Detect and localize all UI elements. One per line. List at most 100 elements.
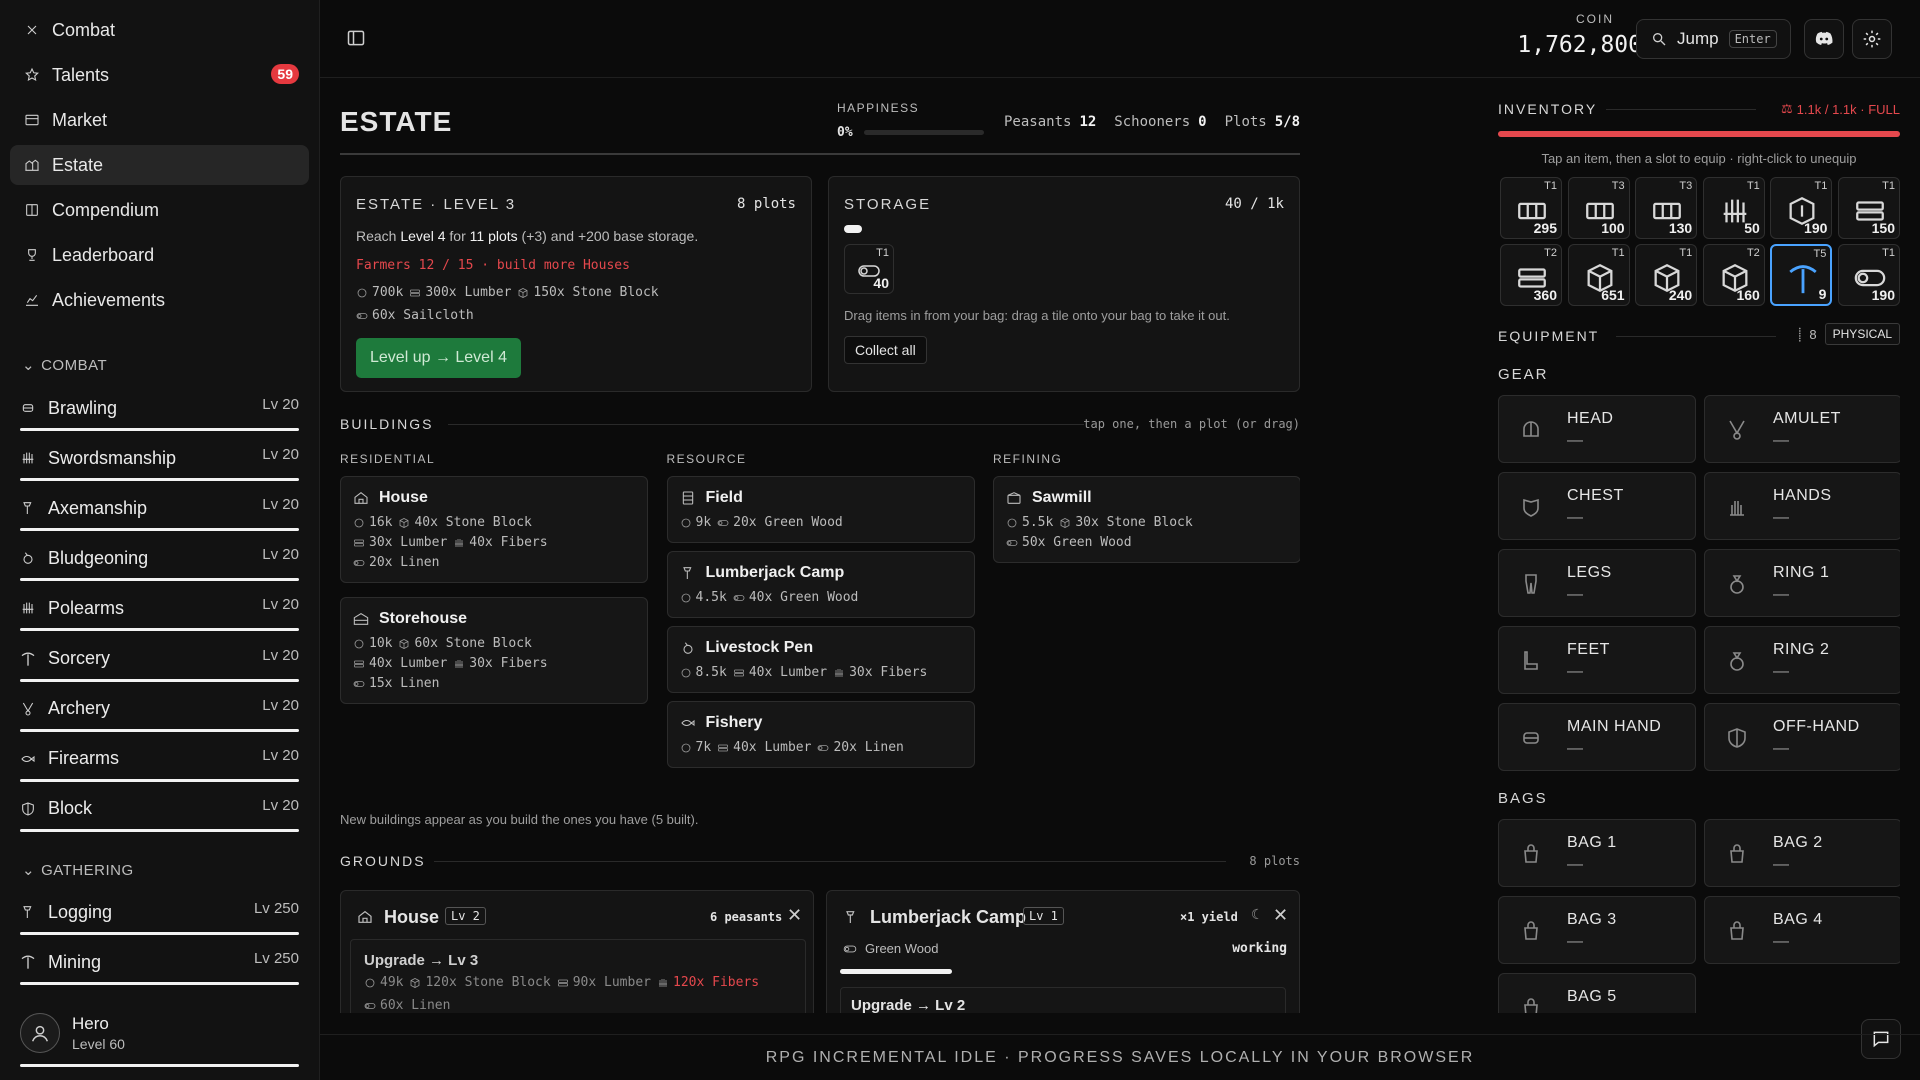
gear-slot-bag-3[interactable]: BAG 3 — bbox=[1498, 896, 1696, 964]
fish-icon bbox=[21, 755, 35, 762]
nav-item-compendium[interactable]: Compendium bbox=[10, 190, 309, 230]
gear-slot-bag-4[interactable]: BAG 4 — bbox=[1704, 896, 1900, 964]
skill-brawling[interactable]: Brawling Lv 20 bbox=[20, 383, 299, 433]
skill-archery[interactable]: Archery Lv 20 bbox=[20, 684, 299, 734]
inventory-slot[interactable]: T1 50 bbox=[1702, 177, 1765, 239]
gathering-section-toggle[interactable]: ⌄ GATHERING bbox=[22, 861, 134, 880]
plot-house[interactable]: House Lv 2 6 peasants ✕ Upgrade → Lv 3 4… bbox=[340, 890, 814, 1013]
skill-swordsmanship[interactable]: Swordsmanship Lv 20 bbox=[20, 433, 299, 483]
skill-sorcery[interactable]: Sorcery Lv 20 bbox=[20, 634, 299, 684]
gear-slot-hands[interactable]: HANDS — bbox=[1704, 472, 1900, 540]
gear-slot-value: — bbox=[1567, 509, 1583, 526]
moon-icon[interactable]: ☾ bbox=[1251, 906, 1264, 923]
inventory-bar bbox=[1498, 131, 1900, 137]
gear-slot-feet[interactable]: FEET — bbox=[1498, 626, 1696, 694]
profile-xp-bar bbox=[20, 1064, 299, 1067]
skill-polearms[interactable]: Polearms Lv 20 bbox=[20, 583, 299, 633]
gear-slot-amulet[interactable]: AMULET — bbox=[1704, 395, 1900, 463]
building-card-livestock-pen[interactable]: Livestock Pen 8.5k 40x Lumber 30x Fibers bbox=[666, 626, 975, 693]
skill-axemanship[interactable]: Axemanship Lv 20 bbox=[20, 483, 299, 533]
gear-slot-bag-2[interactable]: BAG 2 — bbox=[1704, 819, 1900, 887]
cost-item: 50x Green Wood bbox=[1006, 535, 1132, 550]
sidebar-toggle-button[interactable] bbox=[346, 28, 366, 48]
inventory-slot[interactable]: T1 651 bbox=[1567, 244, 1630, 306]
cost-item: 30x Fibers bbox=[833, 665, 927, 680]
nav-item-market[interactable]: Market bbox=[10, 100, 309, 140]
skill-logging[interactable]: Logging Lv 250 bbox=[20, 887, 299, 937]
building-card-lumberjack-camp[interactable]: Lumberjack Camp 4.5k 40x Green Wood bbox=[666, 551, 975, 618]
cost-value: 9k bbox=[695, 515, 712, 530]
plot-house-level: Lv 2 bbox=[445, 907, 486, 925]
storage-item-slot[interactable]: T1 40 bbox=[844, 244, 894, 294]
storage-panel: STORAGE 40 / 1k T1 40 Drag items in from… bbox=[828, 176, 1300, 392]
gear-slot-main-hand[interactable]: MAIN HAND — bbox=[1498, 703, 1696, 771]
settings-button[interactable] bbox=[1852, 19, 1892, 59]
nav-item-combat[interactable]: Combat bbox=[10, 10, 309, 50]
close-icon[interactable]: ✕ bbox=[787, 905, 802, 926]
gear-slot-bag-5[interactable]: BAG 5 — bbox=[1498, 973, 1696, 1013]
bag-icon bbox=[1730, 844, 1744, 863]
profile-card[interactable]: Hero Level 60 bbox=[20, 1008, 300, 1058]
building-card-fishery[interactable]: Fishery 7k 40x Lumber 20x Linen bbox=[666, 701, 975, 768]
inventory-slot[interactable]: T1 240 bbox=[1635, 244, 1698, 306]
skill-level: Lv 20 bbox=[262, 496, 299, 514]
gear-slot-ring-1[interactable]: RING 1 — bbox=[1704, 549, 1900, 617]
gear-slot-legs[interactable]: LEGS — bbox=[1498, 549, 1696, 617]
combat-section-toggle[interactable]: ⌄ COMBAT bbox=[22, 356, 107, 375]
nav-item-estate[interactable]: Estate bbox=[10, 145, 309, 185]
skill-firearms[interactable]: Firearms Lv 20 bbox=[20, 734, 299, 784]
close-icon[interactable]: ✕ bbox=[1273, 905, 1288, 926]
cost-item: 120x Fibers bbox=[657, 975, 759, 990]
inventory-slot[interactable]: T5 9 bbox=[1770, 244, 1833, 306]
cost-item: 8.5k bbox=[680, 665, 727, 680]
item-count: 190 bbox=[1871, 287, 1895, 303]
cost-item: 60x Linen bbox=[364, 998, 450, 1013]
happiness-value: 0% bbox=[837, 125, 853, 140]
inventory-divider bbox=[1606, 109, 1756, 110]
building-card-house[interactable]: House 16k 40x Stone Block 30x Lumber 40x Fib… bbox=[340, 476, 648, 583]
inventory-slot[interactable]: T3 130 bbox=[1635, 177, 1698, 239]
inventory-slot[interactable]: T1 295 bbox=[1500, 177, 1562, 239]
plot-lumberjack-camp[interactable]: Lumberjack Camp Lv 1 ×1 yield ☾ ✕ Green … bbox=[826, 890, 1300, 1013]
gear-slot-head[interactable]: HEAD — bbox=[1498, 395, 1696, 463]
nav-item-label: Market bbox=[52, 109, 108, 130]
skill-level: Lv 20 bbox=[262, 596, 299, 614]
skill-mining[interactable]: Mining Lv 250 bbox=[20, 937, 299, 987]
inventory-slot[interactable]: T1 190 bbox=[1838, 244, 1900, 306]
gear-slot-value: — bbox=[1773, 933, 1789, 950]
skill-xp-bar bbox=[20, 428, 299, 431]
item-count: 651 bbox=[1601, 287, 1625, 303]
building-card-storehouse[interactable]: Storehouse 10k 60x Stone Block 40x Lumber 30… bbox=[340, 597, 648, 704]
gear-slot-ring-2[interactable]: RING 2 — bbox=[1704, 626, 1900, 694]
inventory-capacity: ⚖ 1.1k / 1.1k · FULL bbox=[1781, 101, 1900, 117]
skill-block[interactable]: Block Lv 20 bbox=[20, 784, 299, 834]
inventory-slot[interactable]: T1 190 bbox=[1770, 177, 1833, 239]
discord-button[interactable] bbox=[1804, 19, 1844, 59]
building-card-sawmill[interactable]: Sawmill 5.5k 30x Stone Block 50x Green Wood bbox=[993, 476, 1300, 563]
stat-schooners: Schooners 0 bbox=[1114, 114, 1206, 130]
inventory-slot[interactable]: T2 160 bbox=[1702, 244, 1765, 306]
jump-button[interactable]: Jump Enter bbox=[1636, 19, 1791, 59]
gear-slot-off-hand[interactable]: OFF-HAND — bbox=[1704, 703, 1900, 771]
level-up-button[interactable]: Level up → Level 4 bbox=[356, 338, 521, 378]
nav-item-talents[interactable]: Talents 59 bbox=[10, 55, 309, 95]
plot-lumber-resource: Green Wood bbox=[843, 941, 938, 956]
trophy-icon bbox=[28, 249, 36, 261]
level-cost-row: 60x Sailcloth bbox=[356, 308, 474, 323]
gear-slot-bag-1[interactable]: BAG 1 — bbox=[1498, 819, 1696, 887]
inventory-slot[interactable]: T3 100 bbox=[1567, 177, 1630, 239]
building-card-title: Sawmill bbox=[1006, 489, 1288, 507]
stone-icon bbox=[519, 287, 528, 298]
building-card-field[interactable]: Field 9k 20x Green Wood bbox=[666, 476, 975, 543]
skill-bludgeoning[interactable]: Bludgeoning Lv 20 bbox=[20, 533, 299, 583]
collect-all-button[interactable]: Collect all bbox=[844, 336, 927, 364]
inventory-slot[interactable]: T2 360 bbox=[1500, 244, 1562, 306]
gear-slot-chest[interactable]: CHEST — bbox=[1498, 472, 1696, 540]
inventory-slot[interactable]: T1 150 bbox=[1838, 177, 1900, 239]
nav-item-leaderboard[interactable]: Leaderboard bbox=[10, 235, 309, 275]
equipment-stat: ⸽ 8 PHYSICAL bbox=[1798, 323, 1900, 345]
coin-value: 1,762,800 bbox=[1517, 32, 1642, 58]
nav-item-achievements[interactable]: Achievements bbox=[10, 280, 309, 320]
chest-armor-icon bbox=[1523, 498, 1539, 517]
nav-item-label: Combat bbox=[52, 19, 116, 40]
